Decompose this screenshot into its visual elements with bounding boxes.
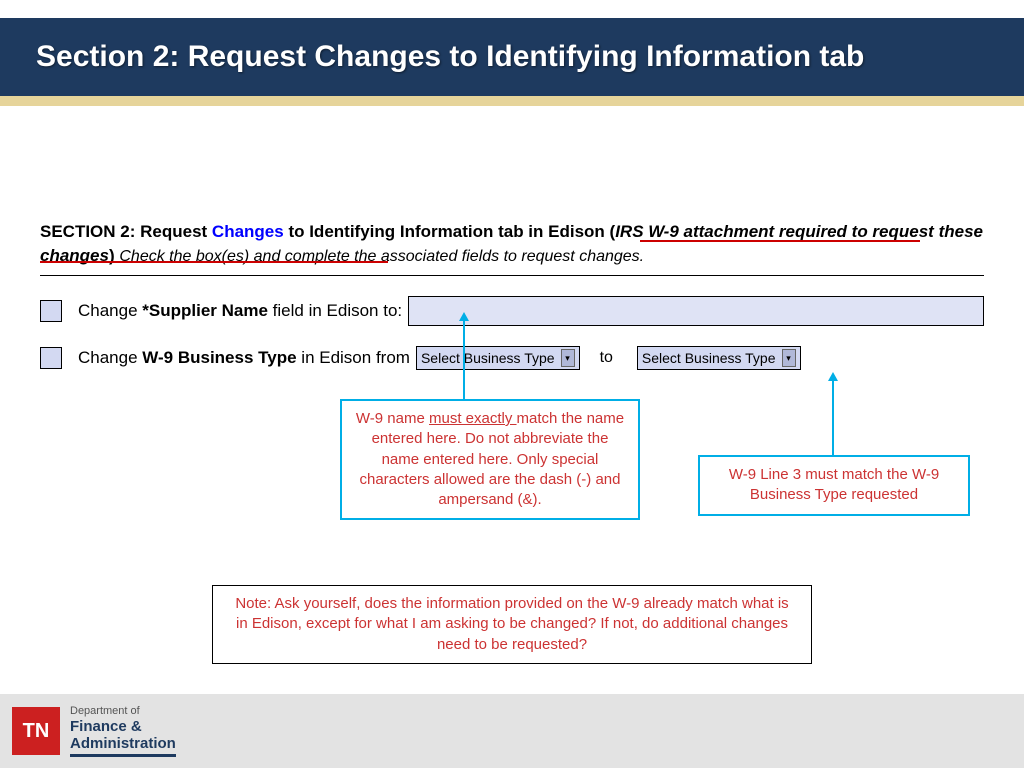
supplier-name-callout: W-9 name must exactly match the name ent… [340,399,640,520]
dropdown-to-value: Select Business Type [642,350,776,366]
supplier-name-label: Change *Supplier Name field in Edison to… [78,301,402,321]
callout-arrow-1-head [459,312,469,321]
label-bold: W-9 Business Type [142,348,296,367]
red-underline-1 [640,240,920,242]
label-post: field in Edison to: [268,301,402,320]
chevron-down-icon: ▾ [782,349,796,367]
callout2-text: W-9 Line 3 must match the W-9 Business T… [729,466,939,503]
page-title: Section 2: Request Changes to Identifyin… [36,40,864,74]
business-type-checkbox[interactable] [40,347,62,369]
note-box: Note: Ask yourself, does the information… [212,585,812,664]
callout-arrow-2-line [832,380,834,455]
tn-logo: TN [12,707,60,755]
department-text: Department of Finance & Administration [70,705,176,756]
red-underline-2 [40,261,388,263]
to-label: to [600,349,613,367]
callout-arrow-1-line [463,320,465,399]
dept-line1: Department of [70,705,176,718]
label-pre: Change [78,348,142,367]
note-text: Note: Ask yourself, does the information… [235,595,788,653]
chevron-down-icon: ▾ [561,349,575,367]
section-prefix: SECTION 2: Request [40,222,212,241]
business-type-from-dropdown[interactable]: Select Business Type ▾ [416,346,580,370]
business-type-to-dropdown[interactable]: Select Business Type ▾ [637,346,801,370]
section-changes-word: Changes [212,222,284,241]
change-business-type-row: Change W-9 Business Type in Edison from … [40,346,984,370]
callout-pre: W-9 name [356,410,429,427]
callout-underlined: must exactly [429,410,517,427]
business-type-label: Change W-9 Business Type in Edison from [78,348,410,368]
dept-line2: Finance & [70,718,176,735]
change-supplier-name-row: Change *Supplier Name field in Edison to… [40,296,984,326]
section-divider [40,275,984,276]
header-accent-strip [0,96,1024,106]
page-footer: TN Department of Finance & Administratio… [0,694,1024,768]
dept-line3: Administration [70,735,176,756]
section-mid: to Identifying Information tab in Edison… [284,222,615,241]
supplier-name-input[interactable] [408,296,984,326]
label-bold: *Supplier Name [142,301,268,320]
supplier-name-checkbox[interactable] [40,300,62,322]
dropdown-from-value: Select Business Type [421,350,555,366]
label-pre: Change [78,301,142,320]
label-post: in Edison from [297,348,410,367]
callout-arrow-2-head [828,372,838,381]
business-type-callout: W-9 Line 3 must match the W-9 Business T… [698,455,970,516]
page-header: Section 2: Request Changes to Identifyin… [0,18,1024,96]
